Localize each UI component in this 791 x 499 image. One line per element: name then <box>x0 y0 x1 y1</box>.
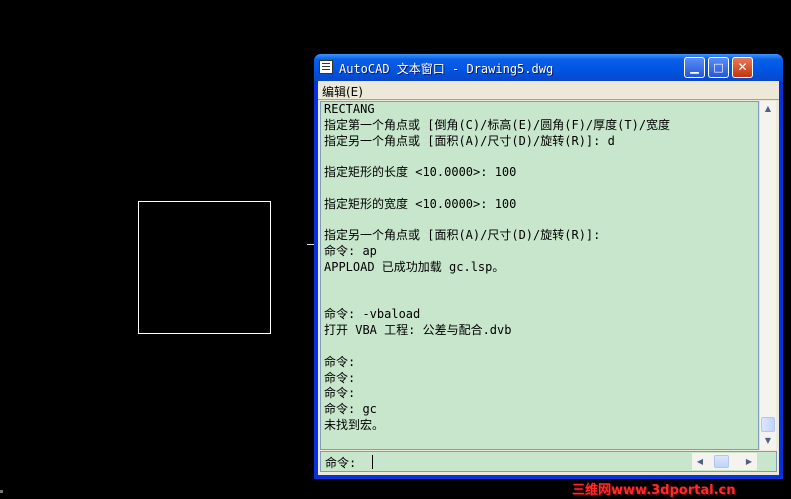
window-title: AutoCAD 文本窗口 - Drawing5.dwg <box>339 62 554 76</box>
drawn-rectangle <box>138 201 271 334</box>
menu-edit[interactable]: 编辑(E) <box>322 83 363 100</box>
history-line: 命令: <box>324 370 356 385</box>
close-button[interactable]: ✕ <box>732 57 753 78</box>
menu-divider <box>318 99 779 100</box>
command-prompt: 命令: <box>325 456 357 470</box>
site-watermark: 三维网www.3dportal.cn <box>572 483 736 498</box>
maximize-button[interactable]: □ <box>708 57 729 78</box>
vertical-scrollbar[interactable]: ▲ ▼ <box>759 101 776 450</box>
window-client: 编辑(E) RECTANG 指定第一个角点或 [倒角(C)/标高(E)/圆角(F)… <box>318 81 779 475</box>
crosshair-cursor <box>307 244 314 245</box>
autocad-text-window-icon[interactable] <box>319 60 333 74</box>
scroll-down-icon[interactable]: ▼ <box>760 433 776 449</box>
scroll-right-icon[interactable]: ▶ <box>741 453 757 470</box>
menu-bar: 编辑(E) <box>318 81 779 99</box>
history-line <box>324 276 670 292</box>
history-line: APPLOAD 已成功加载 gc.lsp。 <box>324 259 505 274</box>
history-line <box>324 149 670 165</box>
history-line: 指定另一个角点或 [面积(A)/尺寸(D)/旋转(R)]: d <box>324 133 615 148</box>
history-line: 指定第一个角点或 [倒角(C)/标高(E)/圆角(F)/厚度(T)/宽度 <box>324 117 671 132</box>
horizontal-scroll-thumb[interactable] <box>714 455 729 468</box>
history-line: 指定矩形的宽度 <10.0000>: 100 <box>324 196 517 211</box>
scroll-left-icon[interactable]: ◀ <box>692 453 708 470</box>
text-caret <box>372 455 373 469</box>
title-bar[interactable]: AutoCAD 文本窗口 - Drawing5.dwg ▁ □ ✕ <box>314 54 783 81</box>
history-line: 命令: -vbaload <box>324 307 421 322</box>
history-line: RECTANG <box>324 102 375 116</box>
history-line <box>324 181 670 197</box>
horizontal-scrollbar[interactable]: ◀ ▶ <box>692 453 757 470</box>
command-history[interactable]: RECTANG 指定第一个角点或 [倒角(C)/标高(E)/圆角(F)/厚度(T)… <box>320 101 759 450</box>
history-line: 指定另一个角点或 [面积(A)/尺寸(D)/旋转(R)]: <box>324 228 601 243</box>
text-window: AutoCAD 文本窗口 - Drawing5.dwg ▁ □ ✕ 编辑(E) … <box>314 54 783 479</box>
scroll-up-icon[interactable]: ▲ <box>760 101 776 117</box>
history-line: 打开 VBA 工程: 公差与配合.dvb <box>324 323 512 338</box>
history-line: 命令: <box>324 354 356 369</box>
history-line: 未找到宏。 <box>324 417 385 432</box>
history-line: 指定矩形的长度 <10.0000>: 100 <box>324 165 517 180</box>
history-line <box>324 339 670 355</box>
history-line: 命令: <box>324 386 356 401</box>
history-line: 命令: ap <box>324 244 377 259</box>
minimize-button[interactable]: ▁ <box>684 57 705 78</box>
history-lines: RECTANG 指定第一个角点或 [倒角(C)/标高(E)/圆角(F)/厚度(T)… <box>324 102 670 434</box>
command-line[interactable]: 命令: ◀ ▶ <box>320 451 777 472</box>
history-line <box>324 292 670 308</box>
ucs-marker <box>0 490 3 493</box>
vertical-scroll-thumb[interactable] <box>761 417 775 432</box>
history-line <box>324 213 670 229</box>
history-line: 命令: gc <box>324 402 377 417</box>
